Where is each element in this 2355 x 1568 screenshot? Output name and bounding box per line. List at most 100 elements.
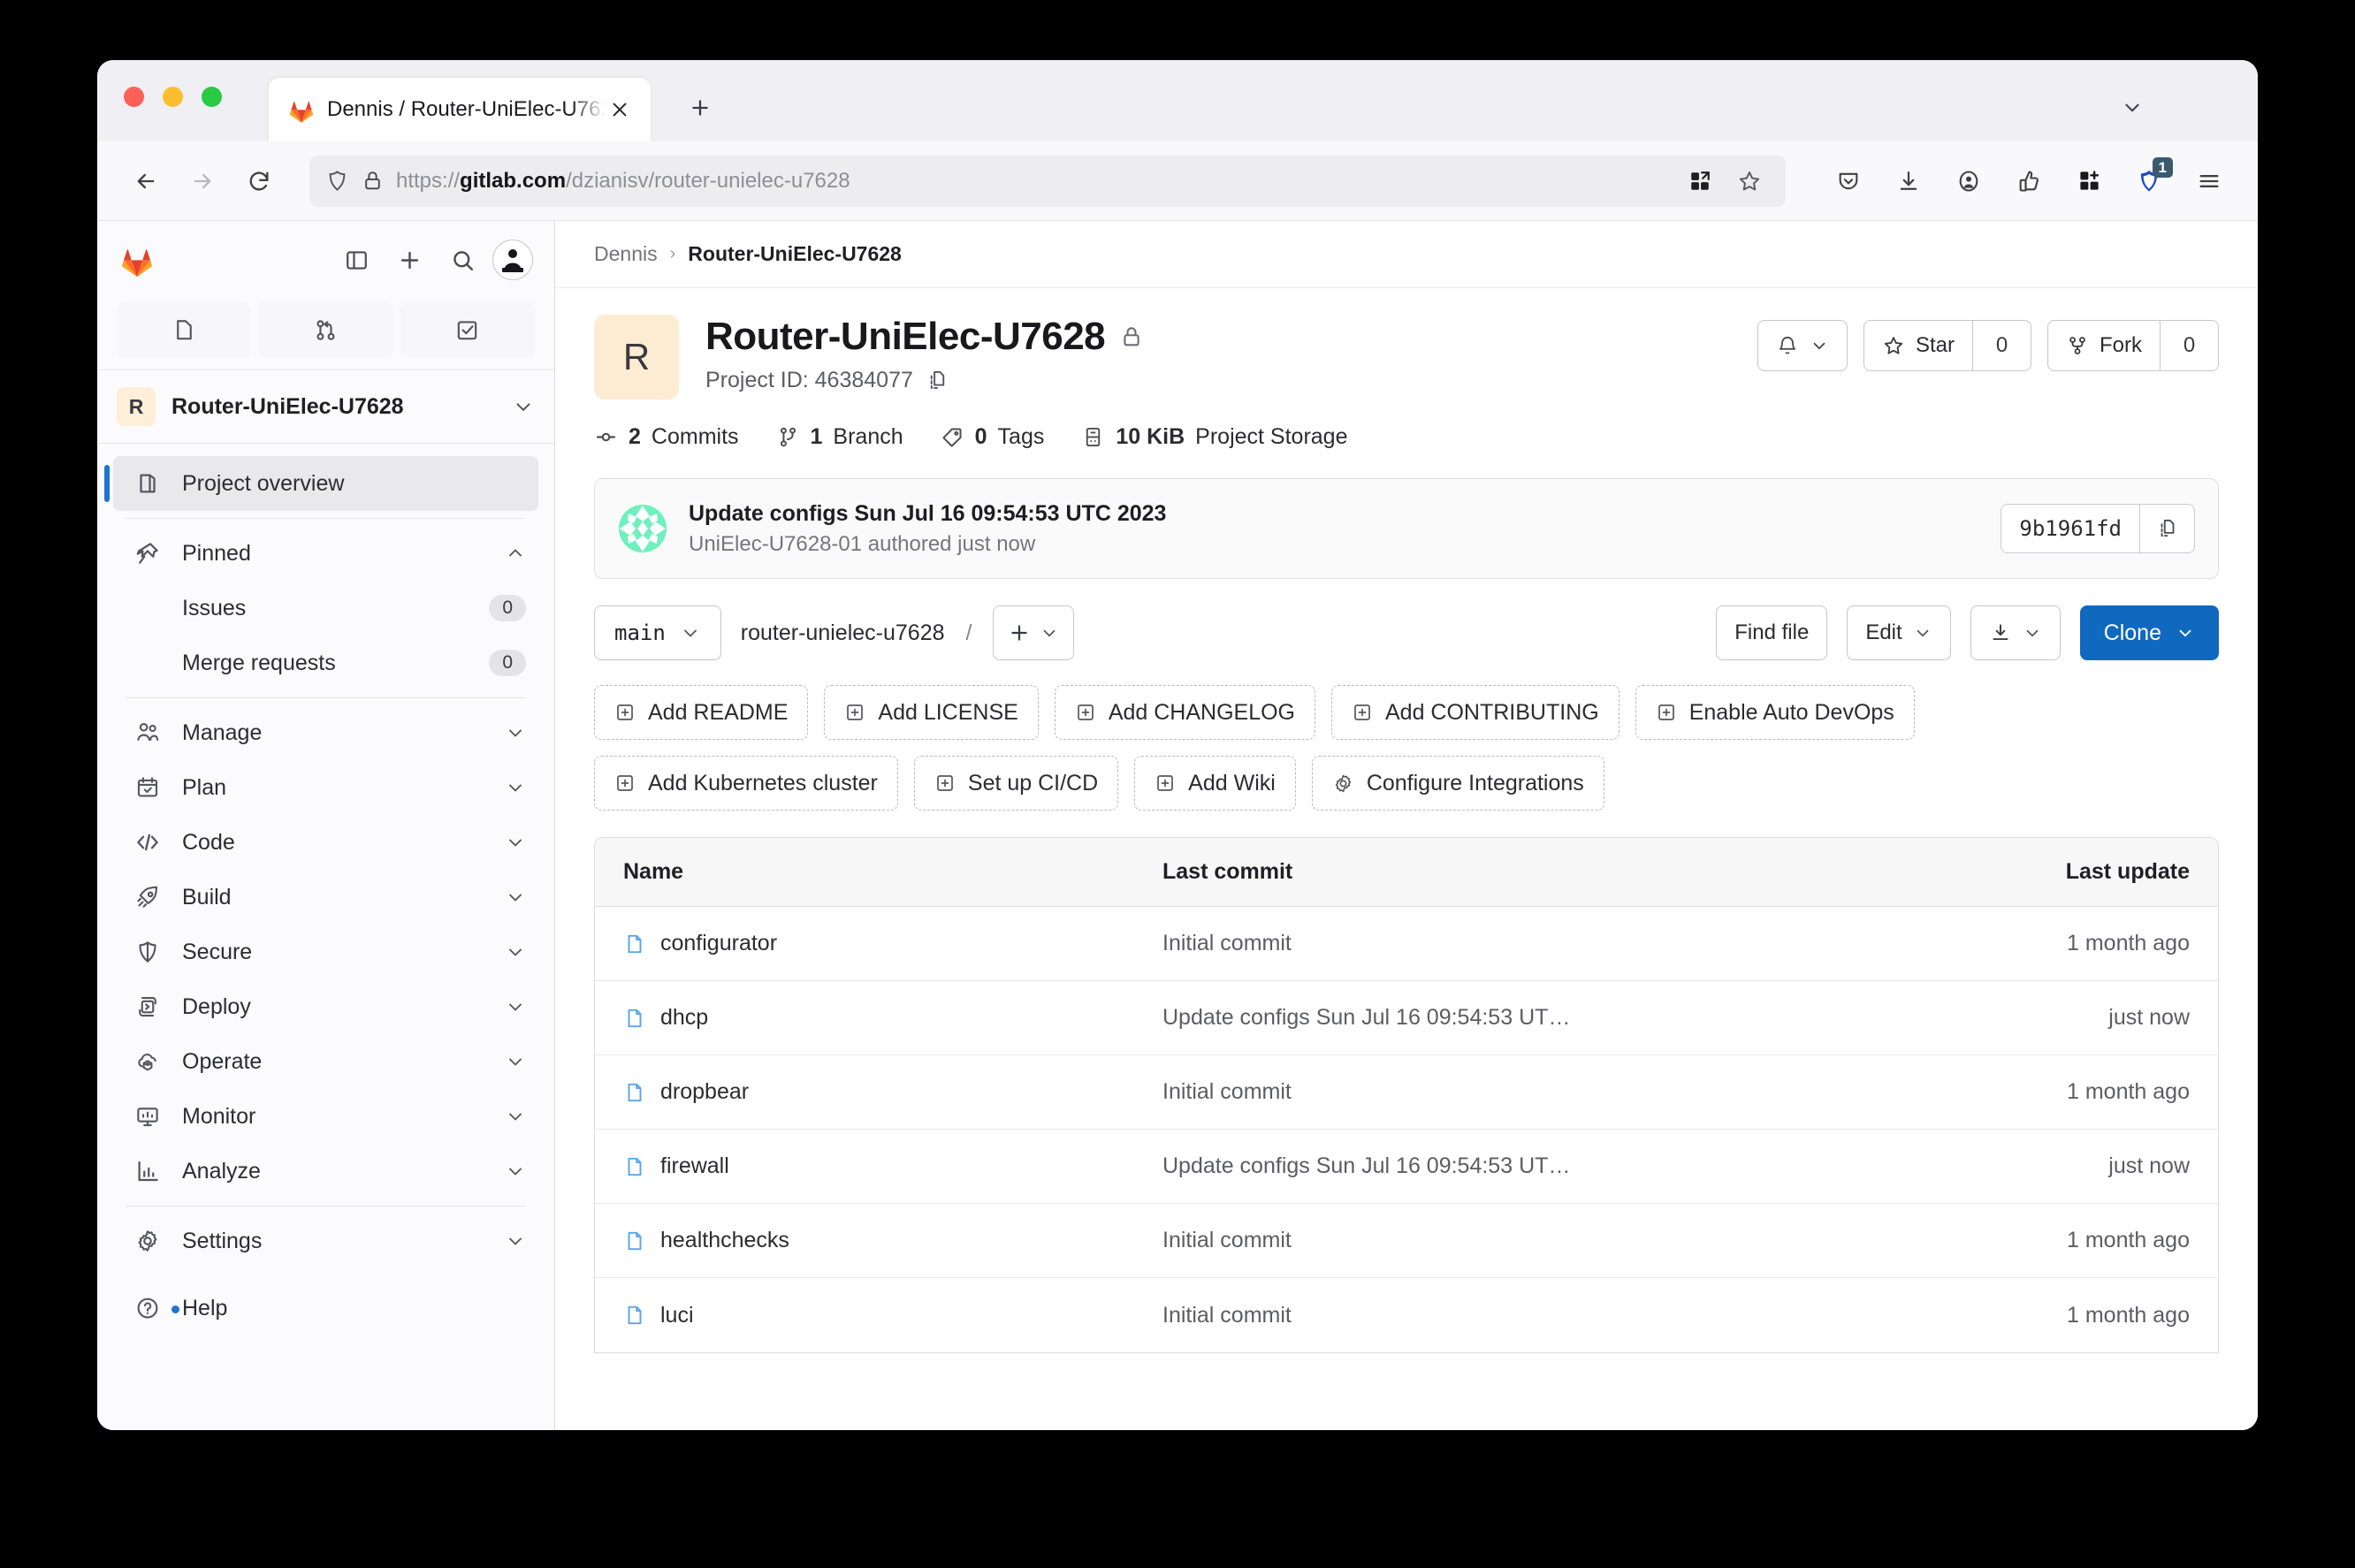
add-contributing-button[interactable]: Add CONTRIBUTING: [1331, 685, 1620, 740]
chevron-down-icon[interactable]: [505, 777, 526, 798]
breadcrumb-owner[interactable]: Dennis: [594, 242, 658, 266]
sidebar-item-monitor[interactable]: Monitor: [113, 1089, 538, 1144]
tags-stat[interactable]: 0 Tags: [941, 424, 1044, 450]
copy-icon[interactable]: [926, 369, 949, 392]
file-name[interactable]: configurator: [660, 931, 777, 956]
close-window-button[interactable]: [124, 87, 144, 107]
maximize-window-button[interactable]: [202, 87, 222, 107]
add-license-button[interactable]: Add LICENSE: [824, 685, 1039, 740]
close-icon[interactable]: [605, 95, 635, 125]
sidebar-item-project-overview[interactable]: Project overview: [104, 456, 538, 511]
copy-icon[interactable]: [2139, 505, 2194, 552]
sidebar-item-build[interactable]: Build: [113, 870, 538, 925]
add-changelog-button[interactable]: Add CHANGELOG: [1054, 685, 1315, 740]
sidebar-item-analyze[interactable]: Analyze: [113, 1144, 538, 1199]
breadcrumb-project[interactable]: Router-UniElec-U7628: [688, 242, 902, 266]
add-to-repo-button[interactable]: [993, 605, 1075, 660]
chevron-down-icon[interactable]: [512, 395, 535, 418]
file-last-commit[interactable]: Initial commit: [1162, 1079, 1969, 1105]
commit-title[interactable]: Update configs Sun Jul 16 09:54:53 UTC 2…: [689, 501, 1979, 527]
account-icon[interactable]: [1943, 156, 1994, 207]
back-arrow-icon[interactable]: [120, 156, 171, 207]
browser-tab[interactable]: Dennis / Router-UniElec-U7628: [269, 78, 651, 141]
sidebar-item-help[interactable]: Help: [113, 1281, 538, 1336]
storage-stat[interactable]: 10 KiB Project Storage: [1081, 424, 1348, 450]
issues-tab-icon[interactable]: [117, 302, 252, 357]
table-row[interactable]: luci Initial commit 1 month ago: [595, 1278, 2218, 1352]
chevron-down-icon[interactable]: [505, 1230, 526, 1252]
merge-requests-tab-icon[interactable]: [258, 302, 393, 357]
set-up-cicd-button[interactable]: Set up CI/CD: [913, 756, 1119, 811]
chevron-down-icon[interactable]: [505, 996, 526, 1017]
table-row[interactable]: dropbear Initial commit 1 month ago: [595, 1055, 2218, 1130]
repo-path[interactable]: router-unielec-u7628: [741, 620, 945, 646]
user-avatar-icon[interactable]: [492, 240, 533, 280]
commit-sha[interactable]: 9b1961fd: [2001, 505, 2139, 552]
file-last-commit[interactable]: Initial commit: [1162, 1303, 1969, 1328]
menu-icon[interactable]: [2184, 156, 2235, 207]
table-row[interactable]: configurator Initial commit 1 month ago: [595, 907, 2218, 981]
file-last-commit[interactable]: Update configs Sun Jul 16 09:54:53 UT…: [1162, 1153, 1969, 1179]
edit-button[interactable]: Edit: [1847, 605, 1951, 660]
clone-button[interactable]: Clone: [2079, 605, 2219, 660]
pocket-icon[interactable]: [1823, 156, 1874, 207]
sidebar-item-manage[interactable]: Manage: [113, 705, 538, 760]
file-name[interactable]: healthchecks: [660, 1228, 789, 1253]
downloads-icon[interactable]: [1883, 156, 1934, 207]
reload-icon[interactable]: [233, 156, 285, 207]
container-tabs-icon[interactable]: [2003, 156, 2054, 207]
branches-stat[interactable]: 1 Branch: [776, 424, 903, 450]
chevron-down-icon[interactable]: [505, 887, 526, 908]
address-bar[interactable]: https://gitlab.com/dzianisv/router-uniel…: [309, 155, 1786, 207]
chevron-down-icon[interactable]: [2113, 88, 2152, 127]
find-file-button[interactable]: Find file: [1716, 605, 1828, 660]
chevron-down-icon[interactable]: [505, 941, 526, 963]
file-name[interactable]: firewall: [660, 1153, 729, 1179]
toggle-sidebar-icon[interactable]: [333, 237, 379, 283]
download-button[interactable]: [1970, 605, 2061, 660]
sidebar-section-pinned[interactable]: Pinned: [113, 526, 538, 581]
chevron-down-icon[interactable]: [505, 1051, 526, 1072]
sidebar-item-issues[interactable]: Issues 0: [113, 581, 538, 636]
chevron-up-icon[interactable]: [505, 543, 526, 564]
sidebar-item-plan[interactable]: Plan: [113, 760, 538, 815]
sidebar-item-code[interactable]: Code: [113, 815, 538, 870]
file-last-commit[interactable]: Initial commit: [1162, 1228, 1969, 1253]
add-wiki-button[interactable]: Add Wiki: [1134, 756, 1296, 811]
plus-icon[interactable]: [386, 237, 432, 283]
sidebar-item-secure[interactable]: Secure: [113, 925, 538, 979]
new-tab-icon[interactable]: [681, 88, 720, 127]
search-icon[interactable]: [439, 237, 485, 283]
chevron-down-icon[interactable]: [505, 1106, 526, 1127]
chevron-down-icon[interactable]: [505, 1161, 526, 1182]
table-row[interactable]: dhcp Update configs Sun Jul 16 09:54:53 …: [595, 981, 2218, 1055]
configure-integrations-button[interactable]: Configure Integrations: [1311, 756, 1604, 811]
ublock-shield-icon[interactable]: 1: [2123, 156, 2175, 207]
sidebar-project-switcher[interactable]: R Router-UniElec-U7628: [97, 369, 554, 444]
fork-button[interactable]: Fork: [2048, 321, 2160, 370]
minimize-window-button[interactable]: [163, 87, 183, 107]
sidebar-item-settings[interactable]: Settings: [113, 1214, 538, 1268]
table-row[interactable]: healthchecks Initial commit 1 month ago: [595, 1204, 2218, 1278]
add-kubernetes-cluster-button[interactable]: Add Kubernetes cluster: [594, 756, 898, 811]
shield-icon[interactable]: [325, 169, 349, 193]
forward-arrow-icon[interactable]: [177, 156, 228, 207]
add-readme-button[interactable]: Add README: [594, 685, 809, 740]
gitlab-logo[interactable]: [117, 240, 157, 279]
commits-stat[interactable]: 2 Commits: [594, 424, 739, 450]
extensions-icon[interactable]: [2063, 156, 2115, 207]
branch-selector[interactable]: main: [594, 605, 721, 660]
file-last-commit[interactable]: Initial commit: [1162, 931, 1969, 956]
file-last-commit[interactable]: Update configs Sun Jul 16 09:54:53 UT…: [1162, 1005, 1969, 1031]
sidebar-item-operate[interactable]: Operate: [113, 1034, 538, 1089]
file-name[interactable]: dropbear: [660, 1079, 749, 1105]
sidebar-item-merge-requests[interactable]: Merge requests 0: [113, 636, 538, 690]
notifications-button[interactable]: [1757, 320, 1848, 371]
chevron-down-icon[interactable]: [505, 722, 526, 743]
file-name[interactable]: luci: [660, 1303, 694, 1328]
chevron-down-icon[interactable]: [505, 832, 526, 853]
sidebar-item-deploy[interactable]: Deploy: [113, 979, 538, 1034]
extensions-grid-icon[interactable]: [1680, 161, 1720, 202]
star-button[interactable]: Star: [1864, 321, 1972, 370]
todos-tab-icon[interactable]: [400, 302, 535, 357]
